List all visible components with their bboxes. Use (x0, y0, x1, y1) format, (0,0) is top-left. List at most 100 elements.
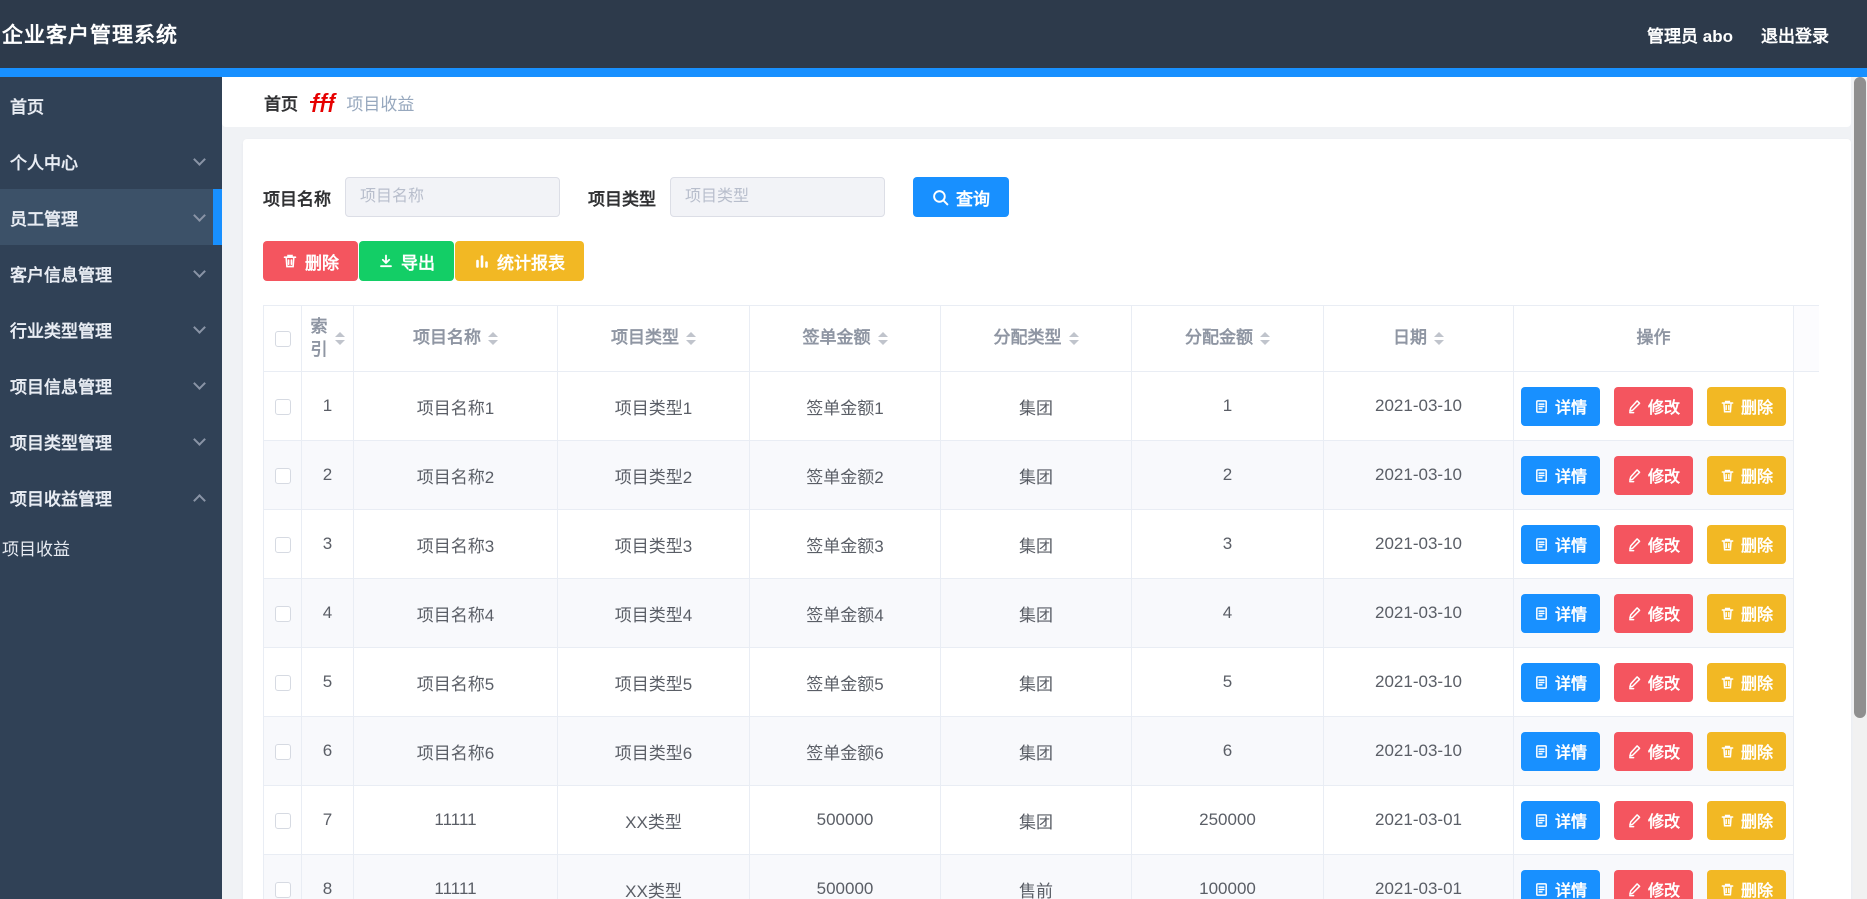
detail-button[interactable]: 详情 (1520, 386, 1600, 426)
detail-button[interactable]: 详情 (1520, 593, 1600, 633)
column-header-sign-amount[interactable]: 签单金额 (749, 305, 941, 372)
row-checkbox[interactable] (274, 536, 291, 553)
sidebar-item-project-income-mgmt[interactable]: 项目收益管理 (0, 469, 222, 525)
cell-sign-amount: 签单金额4 (749, 578, 941, 648)
row-checkbox[interactable] (274, 398, 291, 415)
detail-button[interactable]: 详情 (1520, 455, 1600, 495)
app-title: 企业客户管理系统 (2, 24, 178, 47)
select-all-checkbox[interactable] (274, 331, 291, 348)
cell-project-name: 项目名称2 (353, 440, 558, 510)
row-checkbox[interactable] (274, 674, 291, 691)
row-checkbox-cell (263, 716, 302, 786)
edit-button[interactable]: 修改 (1613, 662, 1693, 702)
breadcrumb: 首页 ƒƒƒ 项目收益 (222, 77, 1851, 127)
download-icon (380, 254, 392, 268)
trash-icon (1721, 469, 1734, 481)
sidebar-item-project-income[interactable]: 项目收益 (0, 525, 222, 569)
column-header-index[interactable]: 索引 (301, 305, 354, 372)
results-table: 索引 项目名称 项目类型 签单金额 分配类型 分配金额 日期 操作 1 项目名称… (263, 305, 1831, 899)
row-delete-button[interactable]: 删除 (1707, 593, 1787, 633)
logout-link[interactable]: 退出登录 (1761, 22, 1829, 47)
cell-project-type: 项目类型4 (557, 578, 750, 648)
row-delete-button[interactable]: 删除 (1707, 869, 1787, 899)
sidebar-item-profile[interactable]: 个人中心 (0, 133, 222, 189)
table-row: 7 11111 XX类型 500000 集团 250000 2021-03-01… (263, 785, 1819, 855)
cell-alloc-amount: 3 (1131, 509, 1324, 579)
cell-alloc-type: 集团 (940, 509, 1132, 579)
cell-sign-amount: 签单金额6 (749, 716, 941, 786)
edit-button[interactable]: 修改 (1613, 800, 1693, 840)
row-delete-button[interactable]: 删除 (1707, 455, 1787, 495)
edit-button[interactable]: 修改 (1613, 455, 1693, 495)
cell-date: 2021-03-10 (1323, 440, 1514, 510)
bulk-actions: 删除 导出 统计报表 (263, 241, 1831, 281)
cell-index: 3 (301, 509, 354, 579)
edit-button[interactable]: 修改 (1613, 731, 1693, 771)
bar-chart-icon (476, 255, 488, 268)
row-delete-button[interactable]: 删除 (1707, 662, 1787, 702)
row-delete-button[interactable]: 删除 (1707, 386, 1787, 426)
detail-button[interactable]: 详情 (1520, 869, 1600, 899)
cell-alloc-type: 售前 (940, 854, 1132, 899)
sidebar-item-customer-info[interactable]: 客户信息管理 (0, 245, 222, 301)
sidebar-item-project-type[interactable]: 项目类型管理 (0, 413, 222, 469)
row-delete-button[interactable]: 删除 (1707, 800, 1787, 840)
search-icon (933, 189, 949, 205)
report-button[interactable]: 统计报表 (455, 241, 584, 281)
edit-button[interactable]: 修改 (1613, 869, 1693, 899)
cell-alloc-type: 集团 (940, 716, 1132, 786)
row-delete-button[interactable]: 删除 (1707, 524, 1787, 564)
breadcrumb-current: 项目收益 (346, 94, 415, 114)
column-header-alloc-amount[interactable]: 分配金额 (1131, 305, 1324, 372)
column-header-actions: 操作 (1513, 305, 1794, 372)
project-name-input[interactable] (345, 177, 560, 217)
detail-button[interactable]: 详情 (1520, 524, 1600, 564)
column-header-alloc-type[interactable]: 分配类型 (940, 305, 1132, 372)
row-checkbox[interactable] (274, 812, 291, 829)
export-button[interactable]: 导出 (359, 241, 454, 281)
sidebar-item-project-info[interactable]: 项目信息管理 (0, 357, 222, 413)
search-form: 项目名称 项目类型 查询 (263, 177, 1831, 217)
row-checkbox-cell (263, 647, 302, 717)
edit-button[interactable]: 修改 (1613, 593, 1693, 633)
row-checkbox[interactable] (274, 743, 291, 760)
cell-sign-amount: 签单金额1 (749, 371, 941, 441)
cell-alloc-amount: 1 (1131, 371, 1324, 441)
row-checkbox[interactable] (274, 881, 291, 898)
cell-alloc-type: 集团 (940, 578, 1132, 648)
column-header-project-type[interactable]: 项目类型 (557, 305, 750, 372)
sidebar-item-industry-type[interactable]: 行业类型管理 (0, 301, 222, 357)
detail-button[interactable]: 详情 (1520, 731, 1600, 771)
table-row: 1 项目名称1 项目类型1 签单金额1 集团 1 2021-03-10 详情 修… (263, 371, 1819, 441)
cell-alloc-type: 集团 (940, 785, 1132, 855)
sidebar-item-employee[interactable]: 员工管理 (0, 189, 222, 245)
breadcrumb-separator-icon: ƒƒƒ (310, 90, 337, 113)
project-type-input[interactable] (670, 177, 885, 217)
detail-button[interactable]: 详情 (1520, 800, 1600, 840)
edit-button[interactable]: 修改 (1613, 524, 1693, 564)
row-checkbox[interactable] (274, 605, 291, 622)
chevron-down-icon (193, 432, 206, 446)
scrollbar-thumb[interactable] (1854, 77, 1866, 719)
edit-button[interactable]: 修改 (1613, 386, 1693, 426)
row-checkbox[interactable] (274, 467, 291, 484)
sidebar-item-home[interactable]: 首页 (0, 77, 222, 133)
column-header-date[interactable]: 日期 (1323, 305, 1514, 372)
bulk-delete-button[interactable]: 删除 (263, 241, 358, 281)
table-header-row: 索引 项目名称 项目类型 签单金额 分配类型 分配金额 日期 操作 (263, 305, 1819, 372)
detail-button[interactable]: 详情 (1520, 662, 1600, 702)
row-checkbox-cell (263, 371, 302, 441)
cell-date: 2021-03-10 (1323, 509, 1514, 579)
sort-icon (1260, 332, 1270, 345)
cell-project-type: XX类型 (557, 785, 750, 855)
row-delete-button[interactable]: 删除 (1707, 731, 1787, 771)
column-header-project-name[interactable]: 项目名称 (353, 305, 558, 372)
row-checkbox-cell (263, 578, 302, 648)
query-button[interactable]: 查询 (913, 177, 1009, 217)
cell-sign-amount: 500000 (749, 785, 941, 855)
breadcrumb-home[interactable]: 首页 (264, 90, 298, 115)
cell-index: 8 (301, 854, 354, 899)
table-row: 8 11111 XX类型 500000 售前 100000 2021-03-01… (263, 854, 1819, 899)
cell-index: 4 (301, 578, 354, 648)
pencil-icon (1629, 675, 1641, 689)
